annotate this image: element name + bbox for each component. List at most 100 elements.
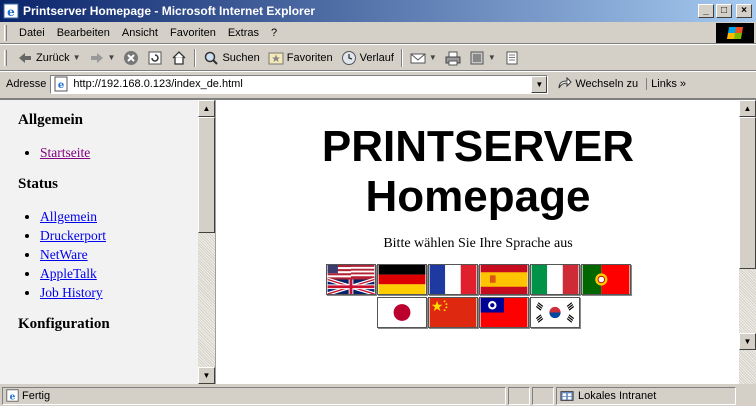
refresh-button[interactable] [143,50,167,66]
menu-file[interactable]: Datei [13,27,51,39]
flag-row [325,264,631,295]
go-arrow-icon [558,76,573,89]
svg-text:e: e [58,80,64,91]
history-icon [341,50,356,65]
discuss-button[interactable] [500,50,524,66]
dropdown-arrow-icon[interactable]: ▼ [73,53,81,62]
nav-list-general: Startseite [40,143,198,162]
back-label: Zurück [36,51,70,64]
list-item: Druckerport [40,226,198,245]
menu-tools[interactable]: Extras [222,27,265,39]
standard-toolbar: Zurück ▼ ▼ Suchen Favoriten Verlauf ▼ ▼ [0,45,756,71]
status-panel-blank [532,386,554,405]
flag-german-icon[interactable] [376,264,427,295]
go-button[interactable]: Wechseln zu [556,76,638,92]
favorites-button[interactable]: Favoriten [264,50,337,66]
nav-link-netware[interactable]: NetWare [40,247,88,262]
nav-link-appletalk[interactable]: AppleTalk [40,266,97,281]
printer-icon [445,51,461,65]
flag-taiwanese-icon[interactable] [478,297,529,328]
toolbar-grip[interactable] [4,24,7,41]
stop-button[interactable] [119,50,143,66]
nav-link-printer-port[interactable]: Druckerport [40,228,106,243]
nav-link-home[interactable]: Startseite [40,145,90,160]
forward-button[interactable]: ▼ [85,50,120,66]
zone-text: Lokales Intranet [578,389,657,402]
dropdown-arrow-icon[interactable]: ▼ [108,53,116,62]
language-flags [217,264,739,328]
address-input[interactable]: e http://192.168.0.123/index_de.html ▼ [50,74,549,94]
language-prompt: Bitte wählen Sie Ihre Sprache aus [383,236,573,251]
forward-arrow-icon [90,52,103,63]
flag-korean-icon[interactable] [529,297,580,328]
history-label: Verlauf [359,51,394,64]
status-panel-blank [508,386,530,405]
zone-panel: Lokales Intranet [556,386,736,405]
address-dropdown-icon[interactable]: ▼ [531,75,548,93]
history-button[interactable]: Verlauf [337,50,398,66]
links-button[interactable]: Links » [646,78,686,90]
favorites-label: Favoriten [286,51,333,64]
flag-french-icon[interactable] [427,264,478,295]
flag-chinese-icon[interactable] [427,297,478,328]
menu-help[interactable]: ? [265,27,283,39]
title-bar: e Printserver Homepage - Microsoft Inter… [0,0,756,22]
list-item: Allgemein [40,207,198,226]
search-button[interactable]: Suchen [199,50,263,66]
address-label: Adresse [6,78,47,90]
page-icon: e [54,76,68,92]
nav-heading-general: Allgemein [18,112,83,128]
list-item: AppleTalk [40,264,198,283]
edit-page-icon [470,51,484,64]
status-text-panel: e Fertig [2,386,506,405]
close-button[interactable]: × [736,4,752,18]
maximize-button[interactable]: □ [716,4,732,18]
flag-english-icon[interactable] [325,264,376,295]
svg-text:e: e [7,5,15,19]
nav-link-job-history[interactable]: Job History [40,285,103,300]
search-label: Suchen [222,51,260,64]
scroll-thumb[interactable] [198,117,215,233]
main-frame: PRINTSERVER Homepage Bitte wählen Sie Ih… [217,100,756,384]
flag-italian-icon[interactable] [529,264,580,295]
intranet-icon [560,390,574,401]
nav-link-general-status[interactable]: Allgemein [40,209,97,224]
ie-page-icon: e [6,389,19,402]
edit-button[interactable]: ▼ [465,50,500,66]
windows-logo-icon [716,23,754,43]
refresh-icon [148,51,162,64]
scroll-up-icon[interactable]: ▲ [198,100,215,117]
list-item: Startseite [40,143,198,162]
flag-japanese-icon[interactable] [376,297,427,328]
nav-heading-config: Konfiguration [18,316,110,332]
dropdown-arrow-icon[interactable]: ▼ [429,53,437,62]
address-bar: Adresse e http://192.168.0.123/index_de.… [0,72,756,96]
stop-icon [124,50,139,65]
flag-portuguese-icon[interactable] [580,264,631,295]
toolbar-grip[interactable] [4,49,7,66]
page-title-line1: PRINTSERVER [321,122,635,171]
scroll-down-icon[interactable]: ▼ [198,367,215,384]
menu-bar: Datei Bearbeiten Ansicht Favoriten Extra… [0,22,756,44]
back-button[interactable]: Zurück ▼ [13,50,85,66]
scroll-up-icon[interactable]: ▲ [739,100,756,117]
minimize-button[interactable]: _ [698,4,714,18]
svg-text:e: e [10,393,16,402]
menu-favorites[interactable]: Favoriten [164,27,222,39]
nav-scrollbar[interactable]: ▲ ▼ [198,100,215,384]
discuss-icon [506,51,518,64]
flag-spanish-icon[interactable] [478,264,529,295]
home-button[interactable] [167,50,191,66]
page-title-line2: Homepage [365,172,591,221]
print-button[interactable] [441,50,465,66]
list-item: NetWare [40,245,198,264]
main-scrollbar[interactable]: ▲ ▼ [739,100,756,384]
dropdown-arrow-icon[interactable]: ▼ [488,53,496,62]
menu-edit[interactable]: Bearbeiten [51,27,116,39]
scroll-down-icon[interactable]: ▼ [739,333,756,350]
address-url: http://192.168.0.123/index_de.html [73,78,243,90]
mail-icon [410,53,426,63]
scroll-thumb[interactable] [739,117,756,269]
menu-view[interactable]: Ansicht [116,27,164,39]
mail-button[interactable]: ▼ [406,50,441,66]
